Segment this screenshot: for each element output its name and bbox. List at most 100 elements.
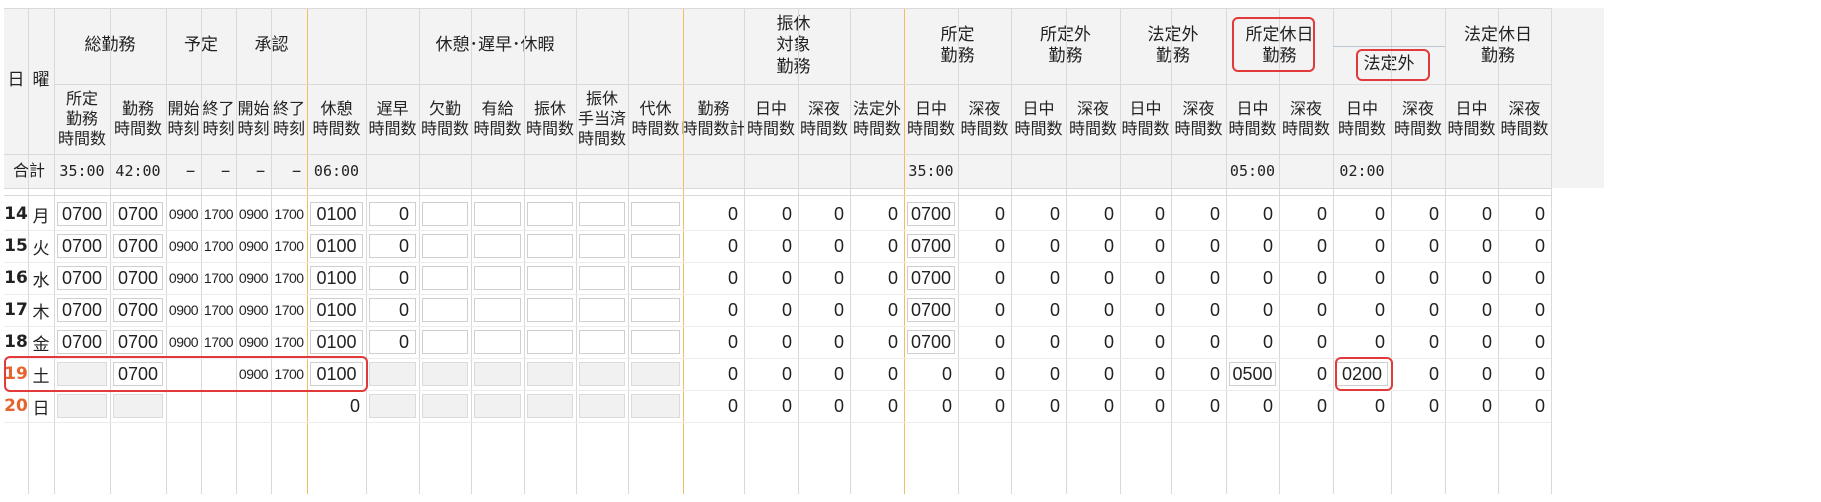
- subheader-late-hours: 遅早 時間数: [368, 99, 417, 138]
- scheduled-end: [201, 390, 236, 422]
- computed-hours: 0: [1209, 203, 1220, 224]
- late-hours-input[interactable]: 0: [369, 202, 416, 226]
- computed-hours: 0: [994, 331, 1005, 352]
- leave-hours-input[interactable]: [422, 266, 468, 290]
- computed-hours: 0: [1428, 331, 1439, 352]
- break-hours-input[interactable]: 0100: [310, 266, 363, 290]
- computed-hours: 0: [1049, 235, 1060, 256]
- approved-start: 0900: [238, 366, 269, 382]
- leave-hours-input[interactable]: [474, 234, 521, 258]
- leave-hours-input[interactable]: [422, 330, 468, 354]
- leave-hours-input[interactable]: [474, 330, 521, 354]
- subheader-night-hours: 深夜 時間数: [1068, 99, 1117, 138]
- subheader-night-hours: 深夜 時間数: [960, 99, 1009, 138]
- work-hours-input: [113, 394, 163, 418]
- late-hours-input: [369, 394, 416, 418]
- break-hours-input[interactable]: 0100: [310, 234, 363, 258]
- prescribed-hours-input[interactable]: 0700: [57, 298, 107, 322]
- work-hours-input[interactable]: 0700: [113, 234, 163, 258]
- computed-hours: 0: [1103, 299, 1114, 320]
- leave-hours-input[interactable]: [527, 298, 573, 322]
- computed-hours: 0: [1374, 331, 1385, 352]
- leave-hours-input[interactable]: [631, 266, 680, 290]
- approved-end: 1700: [274, 302, 304, 318]
- leave-hours-input: [579, 394, 625, 418]
- leave-hours-input[interactable]: [527, 266, 573, 290]
- subheader-end-time: 終了 時刻: [202, 99, 235, 138]
- computed-hours: 0: [1209, 299, 1220, 320]
- break-hours-input[interactable]: 0100: [310, 202, 363, 226]
- computed-hours: 0: [1049, 299, 1060, 320]
- leave-hours-input[interactable]: [579, 330, 625, 354]
- subheader-end-time: 終了 時刻: [272, 99, 305, 138]
- computed-hours: 0: [1154, 395, 1165, 416]
- subheader-day-hours: 日中 時間数: [746, 99, 795, 138]
- leave-hours-input[interactable]: [631, 234, 680, 258]
- computed-hours: 0: [1481, 267, 1492, 288]
- holiday-subgroup-line: [1333, 46, 1445, 47]
- computed-hours: 0: [1428, 235, 1439, 256]
- approved-start: 0900: [238, 302, 269, 318]
- computed-hours: 0: [1262, 331, 1273, 352]
- subheader-day-hours: 日中 時間数: [1014, 99, 1063, 138]
- scheduled-start: 0900: [168, 334, 199, 350]
- late-hours-input[interactable]: 0: [369, 234, 416, 258]
- computed-hours: 0: [1316, 395, 1327, 416]
- late-hours-input[interactable]: 0: [369, 330, 416, 354]
- late-hours-input[interactable]: 0: [369, 298, 416, 322]
- scheduled-start: 0900: [168, 270, 199, 286]
- leave-hours-input[interactable]: [579, 202, 625, 226]
- leave-hours-input[interactable]: [474, 298, 521, 322]
- leave-hours-input[interactable]: [474, 266, 521, 290]
- computed-hours: 0: [1049, 203, 1060, 224]
- leave-hours-input[interactable]: [631, 298, 680, 322]
- break-hours-input[interactable]: 0100: [310, 298, 363, 322]
- computed-hours: 0: [727, 331, 738, 352]
- computed-hours: 0: [833, 395, 844, 416]
- prescribed-hours-input[interactable]: 0700: [57, 266, 107, 290]
- work-hours-input[interactable]: 0700: [113, 330, 163, 354]
- row-day: 16: [4, 268, 28, 288]
- leave-hours-input[interactable]: [527, 202, 573, 226]
- computed-hours: 0700: [907, 330, 955, 354]
- computed-hours: 0: [1374, 395, 1385, 416]
- work-hours-input[interactable]: 0700: [113, 202, 163, 226]
- computed-hours: 0: [727, 235, 738, 256]
- scheduled-end: 1700: [203, 302, 234, 318]
- late-hours-input[interactable]: 0: [369, 266, 416, 290]
- leave-hours-input[interactable]: [422, 202, 468, 226]
- leave-hours-input: [474, 362, 521, 386]
- break-hours-input[interactable]: 0100: [310, 330, 363, 354]
- computed-hours: 0: [727, 267, 738, 288]
- computed-hours: 0: [1049, 267, 1060, 288]
- leave-hours-input[interactable]: [422, 298, 468, 322]
- row-weekday: 木: [32, 302, 50, 323]
- computed-hours: 0: [1049, 395, 1060, 416]
- prescribed-hours-input[interactable]: 0700: [57, 234, 107, 258]
- subheader-night-hours: 深夜 時間数: [1393, 99, 1442, 138]
- scheduled-start: 0900: [168, 206, 199, 222]
- prescribed-hours-input[interactable]: 0700: [57, 330, 107, 354]
- row-day: 18: [4, 332, 28, 352]
- leave-hours-input[interactable]: [474, 202, 521, 226]
- leave-hours-input[interactable]: [422, 234, 468, 258]
- work-hours-input[interactable]: 0700: [113, 266, 163, 290]
- computed-hours: 0: [1481, 363, 1492, 384]
- work-hours-input[interactable]: 0700: [113, 298, 163, 322]
- computed-hours: 0: [1103, 395, 1114, 416]
- prescribed-hours-input[interactable]: 0700: [57, 202, 107, 226]
- leave-hours-input[interactable]: [579, 266, 625, 290]
- total-dash: −: [220, 161, 230, 180]
- leave-hours-input[interactable]: [527, 330, 573, 354]
- leave-hours-input[interactable]: [579, 298, 625, 322]
- break-hours-input[interactable]: 0100: [310, 362, 363, 386]
- leave-hours-input[interactable]: [631, 330, 680, 354]
- computed-hours: 0: [1262, 395, 1273, 416]
- work-hours-input[interactable]: 0700: [113, 362, 163, 386]
- row-day: 17: [4, 300, 28, 320]
- leave-hours-input[interactable]: [631, 202, 680, 226]
- computed-hours: 0: [1049, 363, 1060, 384]
- leave-hours-input[interactable]: [579, 234, 625, 258]
- computed-hours: 0: [1209, 235, 1220, 256]
- leave-hours-input[interactable]: [527, 234, 573, 258]
